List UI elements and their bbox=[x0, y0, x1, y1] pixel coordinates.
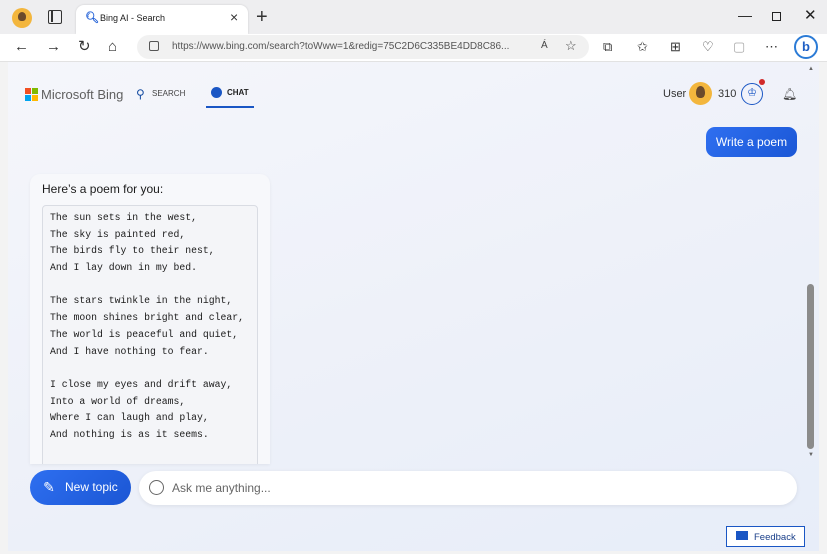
share-icon[interactable]: ▢ bbox=[733, 39, 745, 55]
bot-response-card: Here’s a poem for you: The sun sets in t… bbox=[30, 174, 270, 464]
star-list-icon[interactable]: ✩ bbox=[637, 39, 648, 55]
poem-line: And I lay down in my bed. bbox=[50, 262, 197, 274]
maximize-button[interactable] bbox=[772, 12, 781, 21]
chat-bubble-icon bbox=[149, 480, 164, 495]
scroll-down-arrow[interactable]: ▼ bbox=[808, 452, 814, 458]
tab-title: Bing AI - Search bbox=[100, 13, 166, 23]
ask-input[interactable] bbox=[172, 479, 772, 497]
poem-line: The sun sets in the west, bbox=[50, 212, 197, 223]
poem-line: And I have nothing to fear. bbox=[50, 345, 209, 357]
tab-close-button[interactable]: × bbox=[230, 10, 238, 24]
close-window-button[interactable]: ✕ bbox=[804, 6, 817, 26]
bing-chat-page: Microsoft Bing ⚲ SEARCH CHAT User 310 ♔ … bbox=[8, 62, 819, 551]
poem-line: Into a world of dreams, bbox=[50, 395, 186, 407]
chat-icon bbox=[211, 87, 222, 98]
browser-toolbar: ← → ↻ ⌂ https://www.bing.com/search?toWw… bbox=[0, 34, 827, 62]
home-button[interactable]: ⌂ bbox=[108, 38, 117, 56]
poem-line: The moon shines bright and clear, bbox=[50, 312, 245, 324]
avatar[interactable] bbox=[689, 82, 712, 105]
chat-input-box[interactable] bbox=[139, 471, 797, 505]
title-bar: 🔍︎ Bing AI - Search × + — ✕ bbox=[0, 0, 827, 34]
tab-search-label: SEARCH bbox=[152, 89, 186, 98]
health-icon[interactable]: ♡ bbox=[702, 39, 714, 55]
poem-code-block: The sun sets in the west, The sky is pain… bbox=[42, 205, 258, 464]
profile-icon[interactable] bbox=[12, 8, 32, 28]
collections-icon[interactable]: ⊞ bbox=[670, 39, 681, 55]
poem-line: Where I can laugh and play, bbox=[50, 412, 209, 424]
url-text[interactable]: https://www.bing.com/search?toWww=1&redi… bbox=[172, 41, 537, 52]
back-button[interactable]: ← bbox=[14, 38, 29, 56]
forward-button[interactable]: → bbox=[46, 38, 61, 56]
bing-copilot-icon[interactable]: b bbox=[794, 35, 818, 59]
brand-name[interactable]: Microsoft Bing bbox=[41, 87, 123, 102]
tab-chat[interactable]: CHAT bbox=[206, 84, 254, 108]
lock-icon[interactable] bbox=[149, 41, 159, 51]
search-icon: 🔍︎ bbox=[85, 12, 99, 24]
feedback-button[interactable]: Feedback bbox=[726, 526, 805, 547]
rewards-points[interactable]: 310 bbox=[718, 88, 736, 100]
user-message: Write a poem bbox=[706, 127, 797, 157]
poem-line: The sky is painted red, bbox=[50, 228, 186, 240]
bot-intro-text: Here’s a poem for you: bbox=[42, 182, 164, 196]
bell-icon[interactable]: 🔔︎ bbox=[782, 87, 797, 101]
new-tab-button[interactable]: + bbox=[256, 7, 268, 27]
feedback-label: Feedback bbox=[754, 532, 796, 543]
tab-actions-icon[interactable] bbox=[48, 10, 62, 24]
scroll-up-arrow[interactable]: ▲ bbox=[808, 66, 814, 72]
poem-line: I close my eyes and drift away, bbox=[50, 378, 233, 390]
feedback-icon bbox=[736, 531, 748, 540]
read-aloud-icon[interactable]: Á bbox=[541, 40, 548, 51]
scrollbar-thumb[interactable] bbox=[807, 284, 814, 449]
broom-icon: ✎ bbox=[43, 479, 55, 495]
tab-chat-label: CHAT bbox=[227, 88, 249, 97]
minimize-button[interactable]: — bbox=[738, 5, 752, 25]
search-icon: ⚲ bbox=[136, 87, 145, 101]
poem-line: The world is peaceful and quiet, bbox=[50, 328, 239, 340]
new-topic-button[interactable]: ✎ New topic bbox=[30, 470, 131, 505]
trophy-icon[interactable]: ♔ bbox=[741, 83, 763, 105]
poem-line bbox=[43, 277, 257, 294]
poem-line: And nothing is as it seems. bbox=[50, 428, 209, 440]
puzzle-icon[interactable]: ⧉ bbox=[603, 39, 612, 55]
poem-line bbox=[43, 360, 257, 377]
poem-line: The stars twinkle in the night, bbox=[50, 295, 233, 307]
new-topic-label: New topic bbox=[65, 480, 118, 494]
address-bar[interactable]: https://www.bing.com/search?toWww=1&redi… bbox=[137, 35, 589, 59]
poem-line: The birds fly to their nest, bbox=[50, 245, 215, 257]
user-name[interactable]: User bbox=[663, 88, 686, 100]
refresh-button[interactable]: ↻ bbox=[78, 38, 91, 56]
notification-dot bbox=[759, 79, 765, 85]
browser-tab[interactable]: 🔍︎ Bing AI - Search × bbox=[76, 5, 248, 34]
add-favorite-icon[interactable]: ☆ bbox=[565, 38, 577, 54]
microsoft-logo-icon bbox=[25, 88, 38, 101]
more-icon[interactable]: ⋯ bbox=[765, 39, 778, 55]
